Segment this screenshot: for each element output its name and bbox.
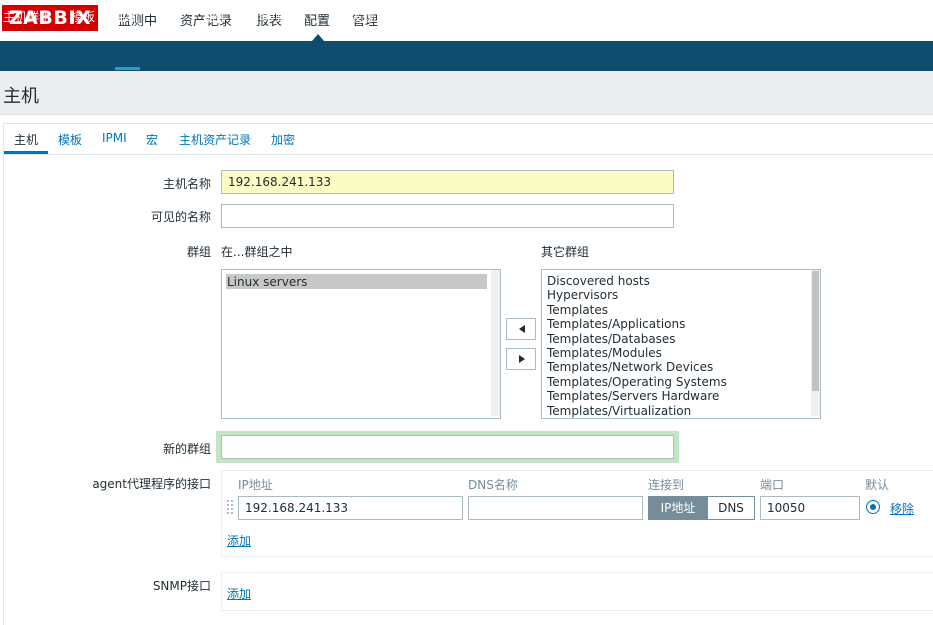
agent-dns-input[interactable] xyxy=(468,496,643,520)
add-snmp-interface-link[interactable]: 添加 xyxy=(227,585,251,602)
port-header: 端口 xyxy=(760,478,785,492)
subnav-services[interactable]: 服务 xyxy=(395,8,419,25)
list-item[interactable]: Templates/Applications xyxy=(547,317,685,331)
tab-templates[interactable]: 模板 xyxy=(58,131,82,148)
connect-ip-button[interactable]: IP地址 xyxy=(648,496,708,520)
list-item[interactable]: Templates/Network Devices xyxy=(547,360,713,374)
tab-encryption[interactable]: 加密 xyxy=(271,131,295,148)
visible-name-input[interactable] xyxy=(221,204,674,228)
ip-header: IP地址 xyxy=(238,478,273,492)
title-band xyxy=(0,71,933,115)
list-item[interactable]: Templates xyxy=(547,303,608,317)
list-item[interactable]: Templates/Operating Systems xyxy=(547,375,727,389)
hostname-input[interactable]: 192.168.241.133 xyxy=(221,170,674,194)
list-item[interactable]: Templates/Databases xyxy=(547,332,676,346)
scrollbar-thumb[interactable] xyxy=(812,271,819,391)
groups-label: 群组 xyxy=(186,245,211,259)
list-item[interactable]: Linux servers xyxy=(227,275,307,289)
other-groups-header: 其它群组 xyxy=(541,245,590,259)
in-groups-header: 在...群组之中 xyxy=(221,245,293,259)
move-right-button[interactable] xyxy=(506,348,536,370)
arrow-right-icon xyxy=(519,355,525,363)
other-groups-listbox[interactable]: Discovered hosts Hypervisors Templates T… xyxy=(541,269,821,419)
subnav-maintenance[interactable]: 维护 xyxy=(159,8,183,25)
new-group-input[interactable] xyxy=(221,435,674,459)
move-left-button[interactable] xyxy=(506,318,536,340)
visible-name-label: 可见的名称 xyxy=(150,210,211,224)
subnav-templates[interactable]: 模板 xyxy=(71,8,95,25)
subnav-hosts[interactable]: 主机 xyxy=(115,8,139,25)
subnav-actions[interactable]: 动作 xyxy=(203,8,227,25)
subnav-host-groups[interactable]: 主机群组 xyxy=(3,8,51,25)
tab-macros[interactable]: 宏 xyxy=(146,131,158,148)
in-groups-listbox[interactable]: Linux servers xyxy=(221,269,501,419)
remove-interface-link[interactable]: 移除 xyxy=(890,500,914,517)
list-item[interactable]: Hypervisors xyxy=(547,288,618,302)
snmp-interface-label: SNMP接口 xyxy=(152,579,211,593)
list-item[interactable]: Templates/Servers Hardware xyxy=(547,389,719,403)
drag-handle-icon[interactable] xyxy=(227,499,233,517)
connect-dns-button[interactable]: DNS xyxy=(707,496,755,520)
arrow-left-icon xyxy=(519,325,525,333)
active-menu-indicator xyxy=(312,34,324,41)
tab-inventory[interactable]: 主机资产记录 xyxy=(179,131,251,148)
connect-header: 连接到 xyxy=(648,478,685,492)
tab-host[interactable]: 主机 xyxy=(14,131,38,148)
subnav-discovery[interactable]: 自动发现 xyxy=(327,8,375,25)
scrollbar[interactable] xyxy=(491,270,500,416)
hostname-label: 主机名称 xyxy=(162,177,211,191)
agent-port-input[interactable]: 10050 xyxy=(760,496,860,520)
agent-interface-label: agent代理程序的接口 xyxy=(92,477,211,491)
page-title: 主机 xyxy=(3,86,39,107)
new-group-label: 新的群组 xyxy=(162,442,211,456)
default-radio[interactable] xyxy=(866,500,880,514)
active-subnav-underline xyxy=(115,67,140,70)
dns-header: DNS名称 xyxy=(468,478,518,492)
list-item[interactable]: Templates/Modules xyxy=(547,346,662,360)
radio-dot xyxy=(870,504,876,510)
agent-ip-input[interactable]: 192.168.241.133 xyxy=(238,496,463,520)
snmp-interface-box xyxy=(221,572,933,611)
list-item[interactable]: Discovered hosts xyxy=(547,274,650,288)
add-agent-interface-link[interactable]: 添加 xyxy=(227,532,251,549)
default-header: 默认 xyxy=(865,478,890,492)
tab-ipmi[interactable]: IPMI xyxy=(102,131,127,145)
subnav-event-correlation[interactable]: 关联项事件 xyxy=(247,8,307,25)
tabs-divider xyxy=(3,154,933,155)
list-item[interactable]: Templates/Virtualization xyxy=(547,404,691,418)
scrollbar[interactable] xyxy=(811,270,820,416)
